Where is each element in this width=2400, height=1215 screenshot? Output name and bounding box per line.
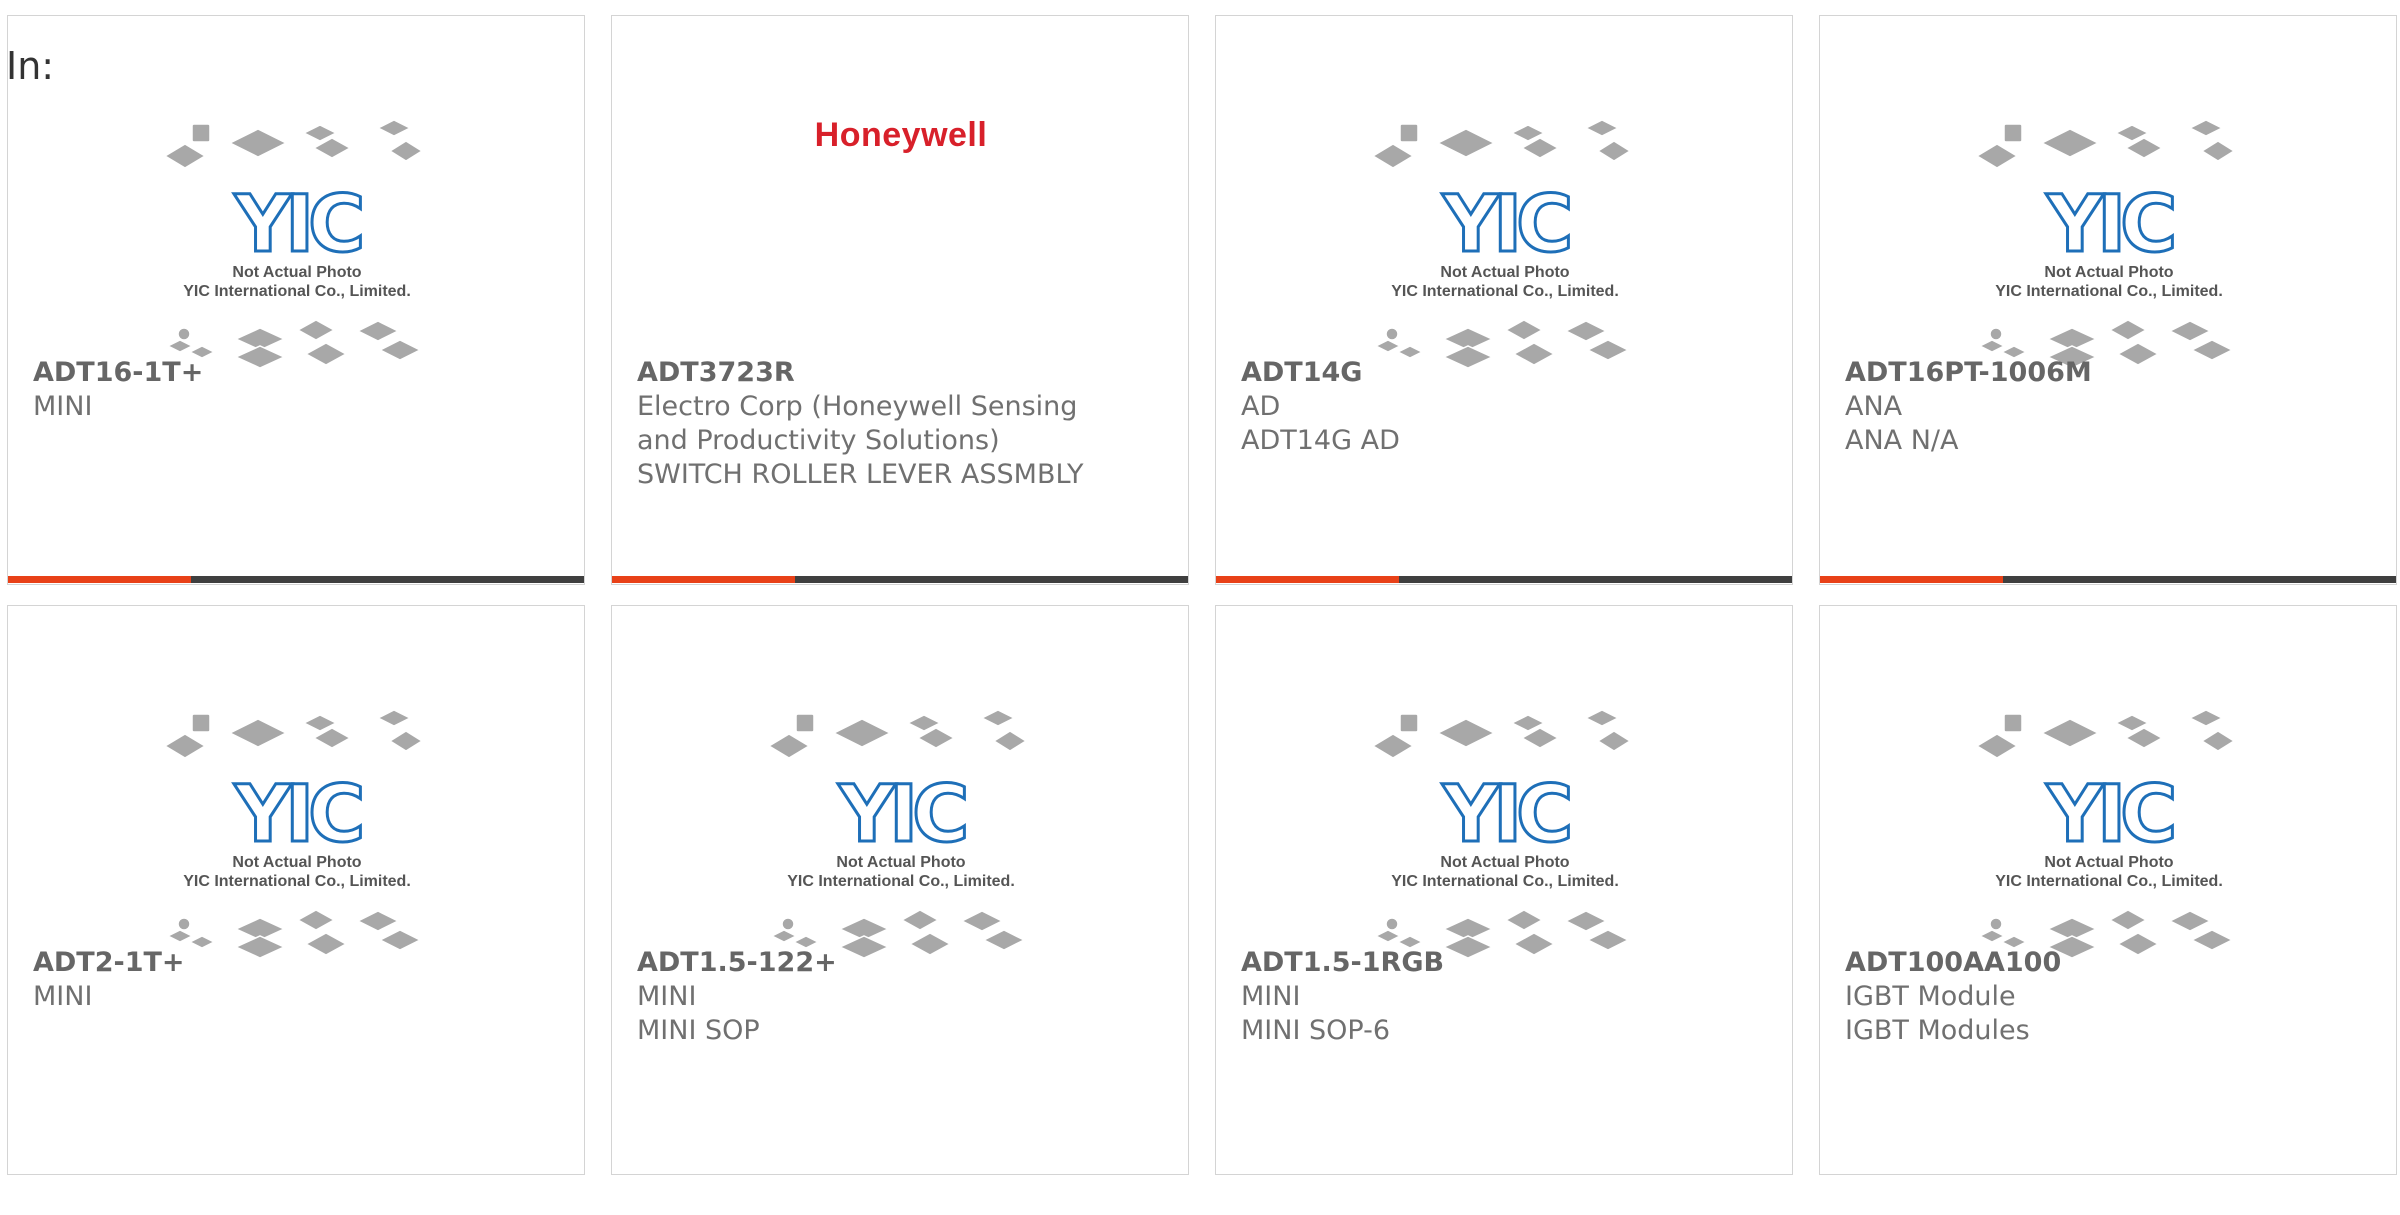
card-accent-bar (612, 576, 795, 583)
part-number[interactable]: ADT16-1T+ (33, 356, 493, 390)
placeholder-caption: Not Actual Photo (232, 264, 361, 281)
placeholder-caption: YIC International Co., Limited. (1391, 873, 1619, 890)
card-bottom-bar (1820, 576, 2396, 583)
product-line-3: SWITCH ROLLER LEVER ASSMBLY (637, 459, 1084, 490)
product-card[interactable]: YIC Not Actual Photo YIC International Co.… (611, 605, 1189, 1175)
card-bottom-bar (1216, 576, 1792, 583)
card-bottom-bar (612, 576, 1188, 583)
placeholder-caption: Not Actual Photo (1440, 264, 1569, 281)
product-card[interactable]: YIC Not Actual Photo YIC International Co.… (1819, 605, 2397, 1175)
placeholder-caption: Not Actual Photo (1440, 854, 1569, 871)
placeholder-caption: Not Actual Photo (2044, 264, 2173, 281)
placeholder-photo: YICNot Actual Photo YIC International Co.… (1371, 119, 1632, 369)
product-line-1: MINI (33, 981, 93, 1012)
placeholder-caption: Not Actual Photo (836, 854, 965, 871)
product-card[interactable]: YIC Not Actual Photo YIC International Co.… (7, 605, 585, 1175)
product-info: ADT100AA100 IGBT Module IGBT Modules (1845, 946, 2305, 1048)
product-image: Honeywell (612, 56, 1188, 376)
product-line-2: IGBT Modules (1845, 1015, 2030, 1046)
placeholder-photo: YICNot Actual Photo YIC International Co.… (1975, 119, 2236, 369)
product-image: YIC Not Actual Photo YIC International Co.… (1216, 646, 1792, 966)
product-card[interactable]: YIC Not Actual Photo YIC International Co.… (1215, 15, 1793, 585)
product-card[interactable]: Honeywell ADT3723R Electro Corp (Honeywe… (611, 15, 1189, 585)
yic-logo: YIC (1442, 770, 1570, 860)
product-info: ADT16-1T+ MINI (33, 356, 493, 424)
placeholder-photo: YICNot Actual Photo YIC International Co.… (1371, 709, 1632, 959)
product-image: YIC Not Actual Photo YIC International Co.… (8, 56, 584, 376)
placeholder-photo: YICNot Actual Photo YIC International Co.… (1975, 709, 2236, 959)
product-line-2: ANA N/A (1845, 425, 1959, 456)
product-line-2: MINI SOP-6 (1241, 1015, 1391, 1046)
card-bottom-bar (8, 576, 584, 583)
placeholder-caption: YIC International Co., Limited. (1391, 283, 1619, 300)
placeholder-caption: YIC International Co., Limited. (1995, 283, 2223, 300)
yic-logo: YIC (2046, 770, 2174, 860)
yic-logo: YIC (2046, 180, 2174, 270)
part-number[interactable]: ADT3723R (637, 356, 1097, 390)
placeholder-caption: YIC International Co., Limited. (183, 283, 411, 300)
product-line-2: and Productivity Solutions) (637, 425, 1000, 456)
part-number[interactable]: ADT1.5-1RGB (1241, 946, 1701, 980)
product-image: YIC Not Actual Photo YIC International Co.… (1820, 646, 2396, 966)
placeholder-caption: YIC International Co., Limited. (1995, 873, 2223, 890)
product-image: YIC Not Actual Photo YIC International Co.… (612, 646, 1188, 966)
placeholder-photo: YICNot Actual Photo YIC International Co.… (163, 709, 424, 959)
placeholder-caption: YIC International Co., Limited. (183, 873, 411, 890)
product-image: YIC Not Actual Photo YIC International Co.… (1216, 56, 1792, 376)
prefix-label: In: (6, 44, 55, 88)
product-line-2: MINI SOP (637, 1015, 760, 1046)
placeholder-caption: Not Actual Photo (2044, 854, 2173, 871)
product-line-1: MINI (1241, 981, 1301, 1012)
yic-logo: YIC (1442, 180, 1570, 270)
part-number[interactable]: ADT1.5-122+ (637, 946, 1097, 980)
yic-logo: YIC (234, 180, 362, 270)
product-info: ADT3723R Electro Corp (Honeywell Sensing… (637, 356, 1097, 492)
card-accent-bar (1820, 576, 2003, 583)
product-line-1: MINI (637, 981, 697, 1012)
product-info: ADT14G AD ADT14G AD (1241, 356, 1701, 458)
product-card[interactable]: YIC Not Actual Photo YIC International Co.… (7, 15, 585, 585)
honeywell-logo: Honeywell (814, 116, 988, 154)
product-info: ADT1.5-122+ MINI MINI SOP (637, 946, 1097, 1048)
placeholder-caption: Not Actual Photo (232, 854, 361, 871)
product-line-1: MINI (33, 391, 93, 422)
part-number[interactable]: ADT14G (1241, 356, 1701, 390)
part-number[interactable]: ADT16PT-1006M (1845, 356, 2305, 390)
product-image: YIC Not Actual Photo YIC International Co.… (8, 646, 584, 966)
placeholder-photo: YICNot Actual Photo YIC International Co.… (163, 119, 424, 369)
product-card[interactable]: YIC Not Actual Photo YIC International Co.… (1819, 15, 2397, 585)
product-line-1: Electro Corp (Honeywell Sensing (637, 391, 1078, 422)
product-info: ADT1.5-1RGB MINI MINI SOP-6 (1241, 946, 1701, 1048)
part-number[interactable]: ADT100AA100 (1845, 946, 2305, 980)
card-accent-bar (1216, 576, 1399, 583)
product-grid: YIC Not Actual Photo YIC International Co.… (7, 15, 2400, 1215)
product-line-1: ANA (1845, 391, 1903, 422)
yic-logo: YIC (234, 770, 362, 860)
card-accent-bar (8, 576, 191, 583)
placeholder-caption: YIC International Co., Limited. (787, 873, 1015, 890)
part-number[interactable]: ADT2-1T+ (33, 946, 493, 980)
product-card[interactable]: YIC Not Actual Photo YIC International Co.… (1215, 605, 1793, 1175)
product-line-1: IGBT Module (1845, 981, 2016, 1012)
yic-logo: YIC (838, 770, 966, 860)
product-info: ADT2-1T+ MINI (33, 946, 493, 1014)
product-info: ADT16PT-1006M ANA ANA N/A (1845, 356, 2305, 458)
product-line-2: ADT14G AD (1241, 425, 1400, 456)
product-line-1: AD (1241, 391, 1281, 422)
product-image: YIC Not Actual Photo YIC International Co.… (1820, 56, 2396, 376)
placeholder-photo: YICNot Actual Photo YIC International Co.… (767, 709, 1028, 959)
